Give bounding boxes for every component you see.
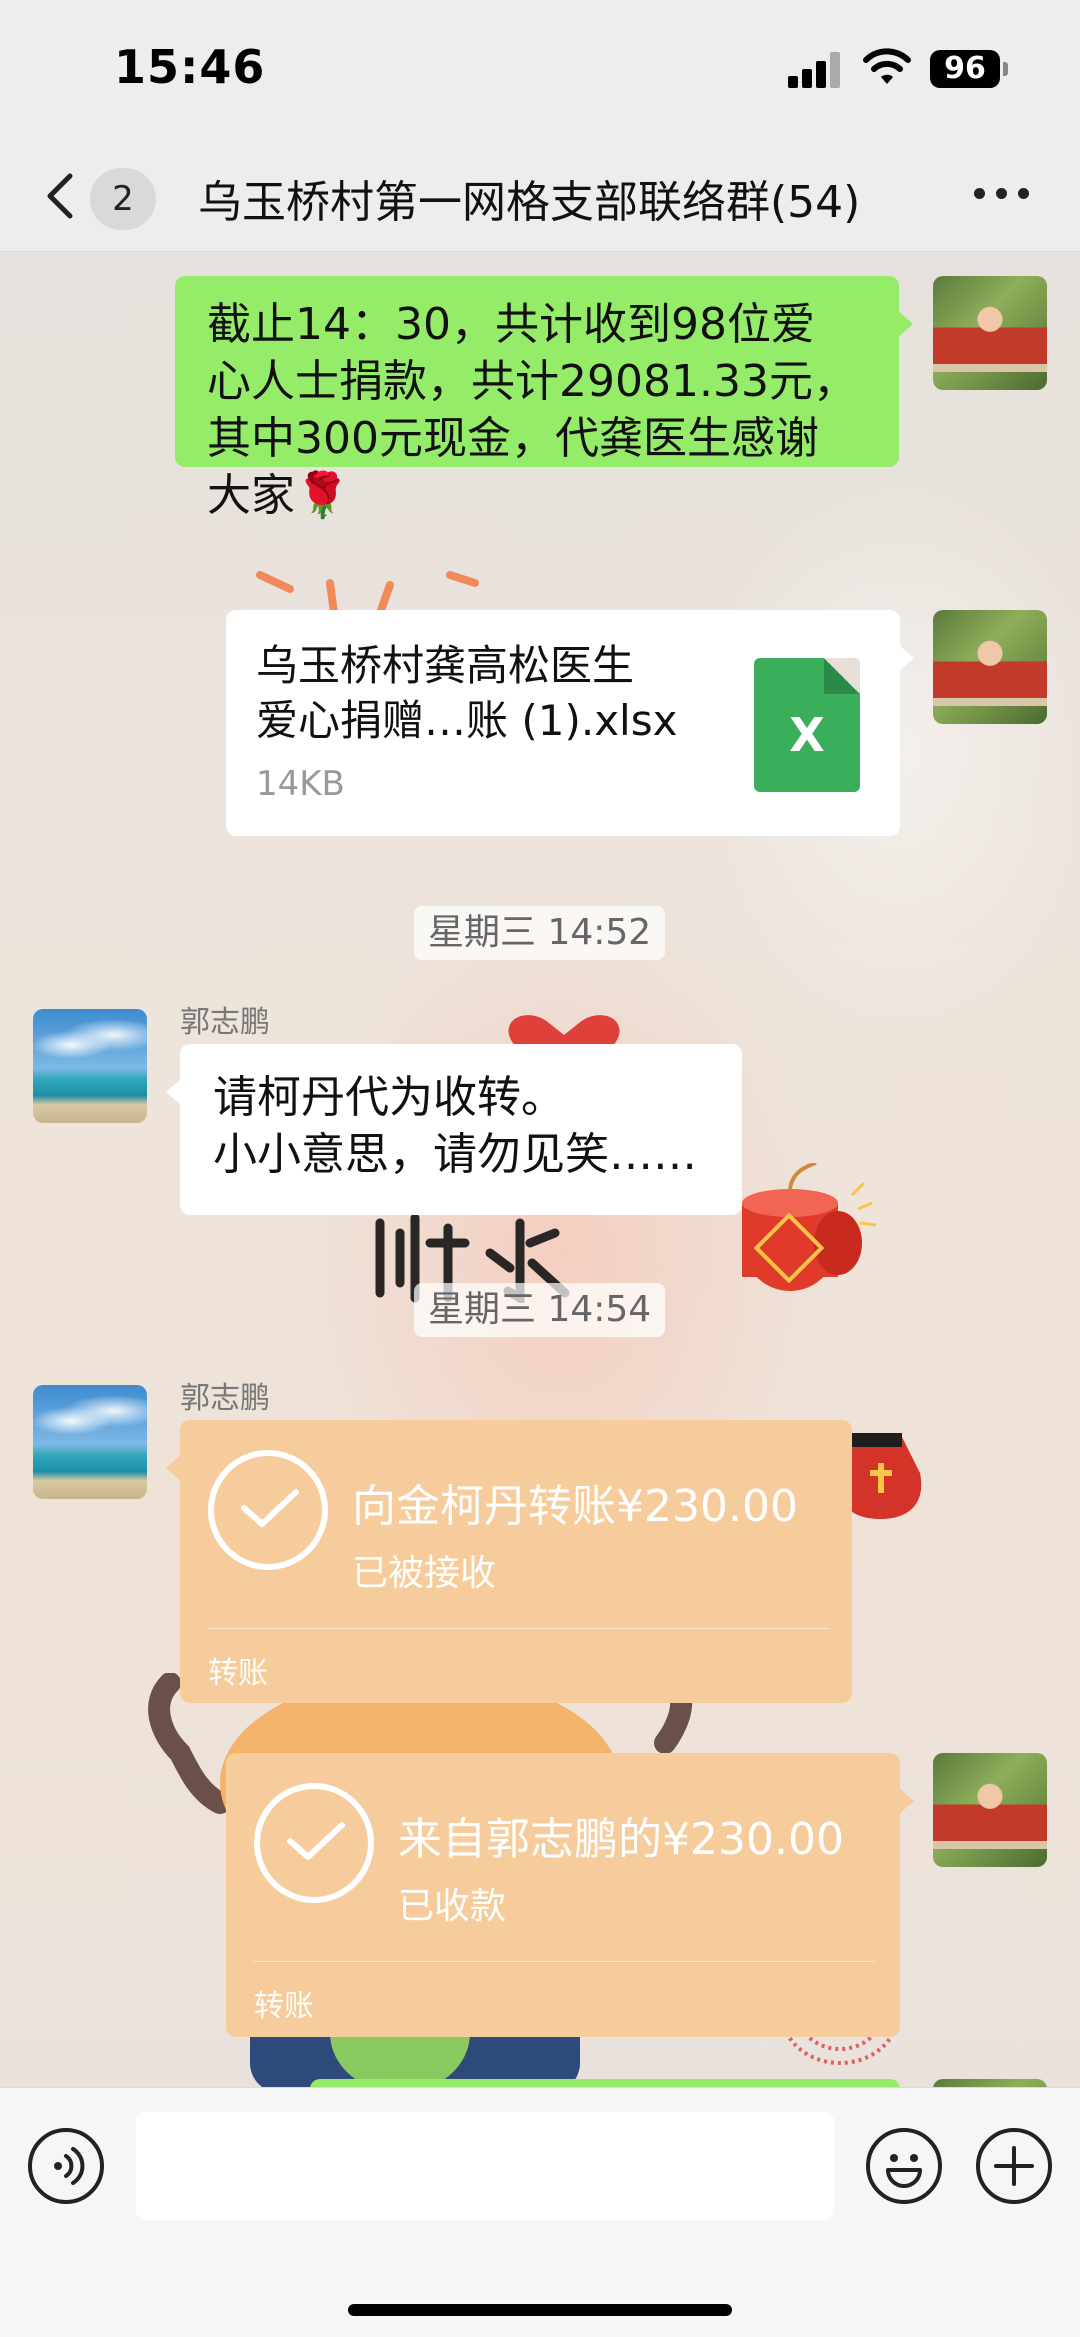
voice-icon[interactable] (28, 2128, 104, 2204)
avatar[interactable] (933, 2079, 1047, 2087)
message-text: 请柯丹代为收转。 小小意思，请勿见笑…… (213, 1072, 697, 1180)
message-bubble[interactable] (310, 2079, 900, 2087)
battery-tip (1003, 62, 1008, 76)
input-bar (0, 2087, 1080, 2337)
timestamp: 星期三 14:54 (414, 1283, 666, 1337)
avatar[interactable] (933, 1753, 1047, 1867)
chat-area[interactable]: 截止14：30，共计收到98位爱 心人士捐款，共计29081.33元， 其中30… (0, 253, 1080, 2087)
file-icon-letter: X (789, 708, 825, 762)
plus-icon[interactable] (976, 2128, 1052, 2204)
check-circle-icon (208, 1450, 328, 1570)
message-input[interactable] (136, 2112, 834, 2220)
excel-file-icon: X (754, 658, 860, 792)
status-time: 15:46 (114, 40, 266, 94)
transfer-title: 来自郭志鹏的¥230.00 (398, 1814, 844, 1865)
message-text: 截止14：30，共计收到98位爱 心人士捐款，共计29081.33元， 其中30… (207, 299, 857, 521)
battery-indicator: 96 (930, 50, 1000, 88)
avatar[interactable] (33, 1009, 147, 1123)
wifi-icon (863, 48, 911, 84)
divider (254, 1961, 874, 1962)
chevron-left-icon[interactable] (40, 168, 80, 224)
more-icon[interactable] (974, 188, 1030, 202)
chat-header: 2 乌玉桥村第一网格支部联络群(54) (0, 140, 1080, 252)
status-bar: 15:46 96 (0, 0, 1080, 140)
cellular-signal-icon (788, 52, 844, 88)
file-message[interactable]: 乌玉桥村龚高松医生 爱心捐赠…账 (1).xlsx 14KB X (226, 610, 914, 836)
transfer-status: 已被接收 (352, 1553, 497, 1594)
transfer-type: 转账 (254, 1989, 314, 2024)
file-name: 乌玉桥村龚高松医生 爱心捐赠…账 (1).xlsx (256, 641, 678, 745)
wallpaper-firecracker-icon (742, 1163, 877, 1291)
sender-name: 郭志鹏 (180, 1381, 270, 1416)
transfer-card[interactable]: 向金柯丹转账¥230.00 已被接收 转账 (166, 1420, 852, 1703)
message-bubble[interactable]: 截止14：30，共计收到98位爱 心人士捐款，共计29081.33元， 其中30… (175, 276, 913, 521)
transfer-type: 转账 (208, 1656, 268, 1691)
transfer-card[interactable]: 来自郭志鹏的¥230.00 已收款 转账 (226, 1753, 914, 2037)
divider (208, 1628, 828, 1629)
transfer-title: 向金柯丹转账¥230.00 (352, 1481, 798, 1532)
avatar[interactable] (933, 276, 1047, 390)
transfer-status: 已收款 (398, 1886, 507, 1927)
timestamp: 星期三 14:52 (414, 906, 666, 960)
unread-count-badge[interactable]: 2 (90, 168, 156, 230)
file-size: 14KB (256, 764, 345, 804)
check-circle-icon (254, 1783, 374, 1903)
avatar[interactable] (33, 1385, 147, 1499)
page-title: 乌玉桥村第一网格支部联络群(54) (198, 177, 861, 228)
avatar[interactable] (933, 610, 1047, 724)
home-indicator (348, 2304, 732, 2316)
emoji-icon[interactable] (866, 2128, 942, 2204)
sender-name: 郭志鹏 (180, 1005, 270, 1040)
message-bubble[interactable]: 请柯丹代为收转。 小小意思，请勿见笑…… (166, 1044, 742, 1215)
